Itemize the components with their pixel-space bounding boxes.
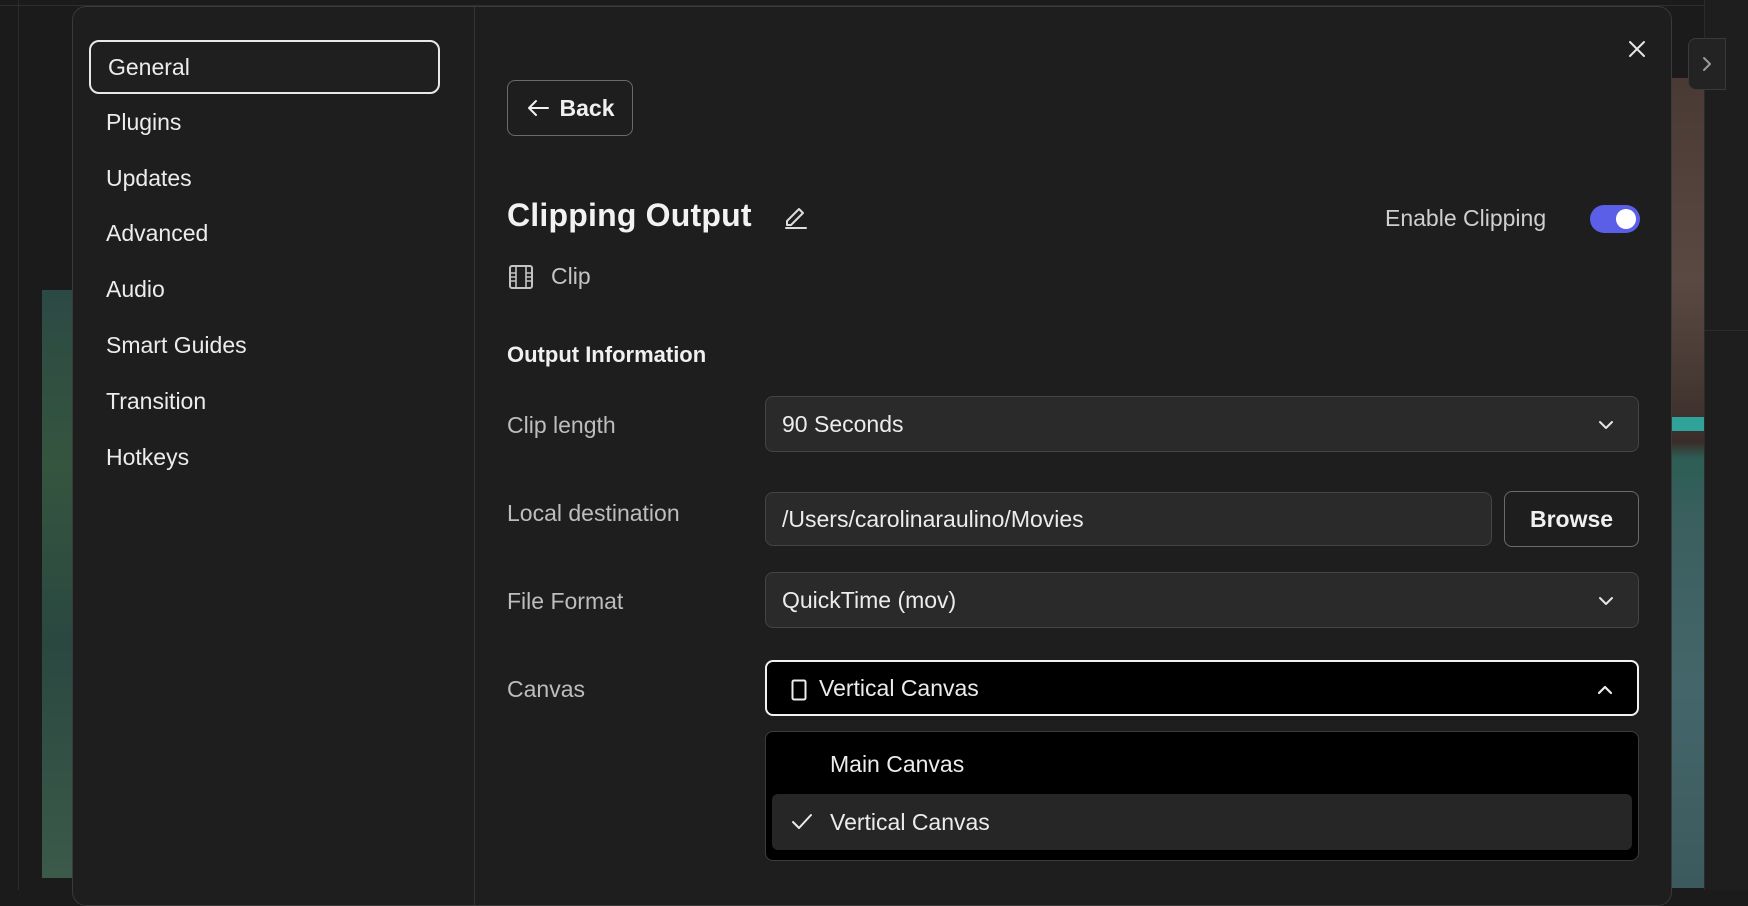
- sidebar-item-updates[interactable]: Updates: [89, 151, 440, 205]
- close-icon: [1629, 41, 1645, 57]
- local-destination-label: Local destination: [507, 500, 680, 526]
- clip-length-select[interactable]: 90 Seconds: [765, 396, 1639, 452]
- section-title: Output Information: [507, 342, 707, 367]
- chevron-up-icon: [1597, 685, 1613, 695]
- sidebar-item-plugins[interactable]: Plugins: [89, 95, 440, 149]
- check-icon: [792, 814, 812, 829]
- sidebar-item-label: Advanced: [106, 219, 209, 246]
- backdrop-preview-left: [42, 290, 72, 878]
- expand-panel-button[interactable]: [1688, 38, 1726, 90]
- canvas-option-main[interactable]: Main Canvas: [772, 736, 1632, 792]
- output-type-label: Clip: [551, 263, 591, 289]
- backdrop-left-column: [18, 0, 19, 890]
- sidebar-item-label: Transition: [106, 387, 207, 414]
- film-icon: [509, 265, 533, 289]
- backdrop-right-panel: [1704, 0, 1748, 890]
- sidebar-item-smart-guides[interactable]: Smart Guides: [89, 318, 440, 372]
- sidebar-item-advanced[interactable]: Advanced: [89, 206, 440, 260]
- backdrop-accent-strip: [1672, 417, 1704, 431]
- sidebar-item-label: Smart Guides: [106, 331, 247, 358]
- sidebar-item-audio[interactable]: Audio: [89, 262, 440, 316]
- canvas-label: Canvas: [507, 676, 585, 702]
- browse-button[interactable]: Browse: [1504, 491, 1639, 547]
- option-label: Main Canvas: [830, 750, 965, 777]
- clip-length-value: 90 Seconds: [782, 410, 904, 437]
- option-label: Vertical Canvas: [830, 808, 990, 835]
- sidebar-item-label: Updates: [106, 164, 192, 191]
- sidebar-item-label: Plugins: [106, 108, 182, 135]
- pencil-icon[interactable]: [781, 203, 811, 233]
- canvas-dropdown: Main Canvas Vertical Canvas: [765, 731, 1639, 861]
- back-button[interactable]: Back: [507, 80, 633, 136]
- enable-clipping-label: Enable Clipping: [1385, 205, 1547, 231]
- clip-length-label: Clip length: [507, 412, 616, 438]
- backdrop-right-divider: [1704, 330, 1748, 331]
- chevron-down-icon: [1599, 421, 1613, 429]
- local-destination-input[interactable]: [765, 492, 1492, 546]
- sidebar-item-label: Hotkeys: [106, 443, 190, 470]
- sidebar-item-transition[interactable]: Transition: [89, 374, 440, 428]
- canvas-select[interactable]: Vertical Canvas: [765, 660, 1639, 716]
- canvas-option-vertical[interactable]: Vertical Canvas: [772, 794, 1632, 850]
- backdrop-preview-right: [1672, 78, 1704, 888]
- close-button[interactable]: [1619, 31, 1655, 67]
- sidebar-item-label: General: [108, 53, 190, 80]
- sidebar-item-label: Audio: [106, 275, 165, 302]
- canvas-value: Vertical Canvas: [819, 674, 979, 701]
- chevron-down-icon: [1599, 597, 1613, 605]
- file-format-value: QuickTime (mov): [782, 586, 957, 613]
- file-format-label: File Format: [507, 588, 624, 614]
- toggle-knob: [1616, 209, 1636, 229]
- file-format-select[interactable]: QuickTime (mov): [765, 572, 1639, 628]
- arrow-left-icon: [527, 100, 549, 116]
- enable-clipping-toggle[interactable]: [1590, 205, 1640, 233]
- phone-icon: [791, 679, 807, 701]
- back-button-label: Back: [559, 94, 615, 121]
- sidebar-item-general[interactable]: General: [89, 40, 440, 94]
- settings-modal: General Plugins Updates Advanced Audio S…: [72, 6, 1672, 906]
- sidebar-item-hotkeys[interactable]: Hotkeys: [89, 430, 440, 484]
- settings-sidebar: General Plugins Updates Advanced Audio S…: [73, 7, 475, 905]
- page-title: Clipping Output: [507, 197, 752, 233]
- chevron-right-icon: [1703, 57, 1711, 71]
